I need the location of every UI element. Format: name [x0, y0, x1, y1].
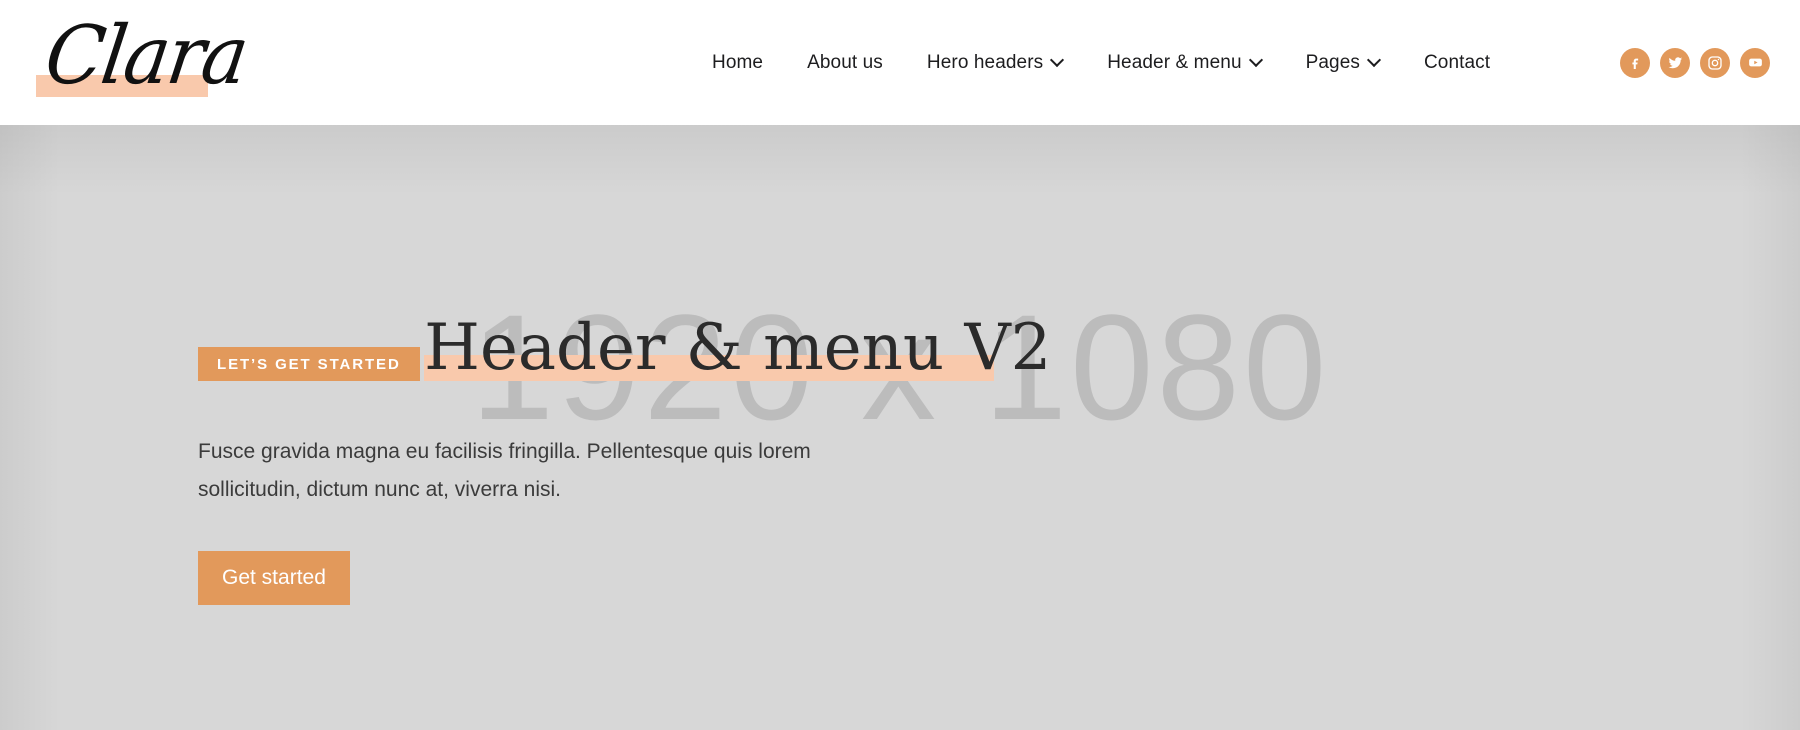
chevron-down-icon [1251, 55, 1262, 66]
facebook-icon[interactable] [1620, 47, 1650, 78]
instagram-icon[interactable] [1700, 47, 1730, 78]
hero-section: 1920 x 1080 LET’S GET STARTED Header & m… [0, 125, 1800, 730]
nav-item-label: Hero headers [926, 51, 1044, 73]
get-started-button[interactable]: Get started [198, 551, 350, 605]
nav-item-hero-headers[interactable]: Hero headers [905, 52, 1085, 74]
chevron-down-icon [1369, 55, 1380, 66]
hero-eyebrow-badge: LET’S GET STARTED [198, 347, 420, 381]
hero-content: LET’S GET STARTED Header & menu V2 Fusce… [198, 285, 1098, 605]
site-logo[interactable]: Clara [36, 7, 253, 111]
hero-paragraph: Fusce gravida magna eu facilisis fringil… [198, 440, 811, 501]
nav-item-label: Contact [1423, 51, 1491, 73]
nav-item-header-and-menu[interactable]: Header & menu [1085, 52, 1283, 74]
youtube-icon[interactable] [1740, 47, 1770, 78]
nav-item-label: Header & menu [1107, 51, 1242, 73]
site-header: Clara Home About us Hero headers Header … [0, 0, 1800, 125]
nav-item-pages[interactable]: Pages [1284, 52, 1402, 74]
nav-item-label: Home [712, 51, 764, 73]
page-title: Header & menu V2 [424, 311, 1052, 385]
nav-item-label: Pages [1305, 51, 1360, 73]
nav-item-about-us[interactable]: About us [785, 52, 905, 74]
logo-text: Clara [39, 7, 253, 102]
main-navigation: Home About us Hero headers Header & menu… [690, 0, 1512, 125]
social-links [1620, 0, 1770, 125]
nav-item-contact[interactable]: Contact [1402, 52, 1512, 74]
hero-title-wrapper: Header & menu V2 [424, 311, 1051, 385]
nav-item-home[interactable]: Home [690, 52, 785, 74]
twitter-icon[interactable] [1660, 47, 1690, 78]
chevron-down-icon [1052, 55, 1063, 66]
page-root: Clara Home About us Hero headers Header … [0, 0, 1800, 730]
nav-item-label: About us [807, 51, 883, 73]
